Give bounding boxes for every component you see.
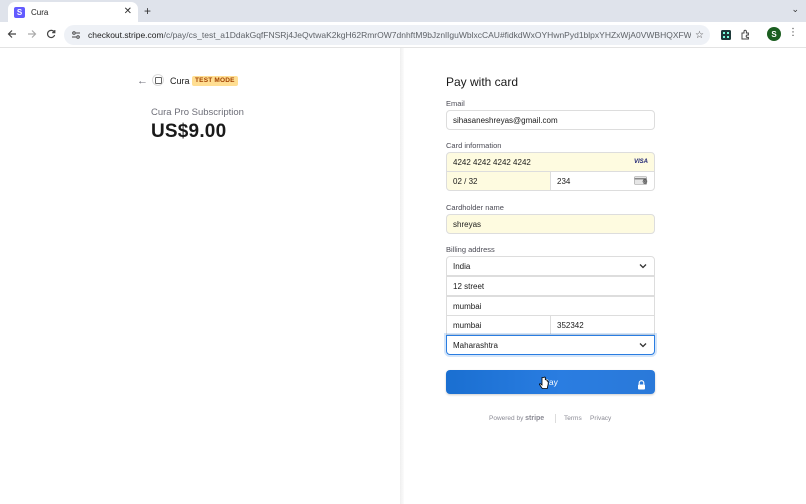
city-value: mumbai	[453, 301, 482, 311]
product-name: Cura Pro Subscription	[151, 107, 244, 118]
billing-address-label: Billing address	[446, 245, 495, 254]
order-summary-pane: ← Cura TEST MODE Cura Pro Subscription U…	[0, 48, 402, 504]
browser-tab[interactable]: S Cura ✕	[8, 2, 138, 22]
cardholder-label: Cardholder name	[446, 203, 504, 212]
state-select[interactable]: Maharashtra	[446, 335, 655, 355]
svg-text:123: 123	[642, 180, 648, 184]
browser-toolbar: checkout.stripe.com/c/pay/cs_test_a1Ddak…	[0, 22, 806, 48]
profile-avatar[interactable]: S	[767, 27, 781, 41]
merchant-name: Cura	[170, 76, 190, 86]
url-path: /c/pay/cs_test_a1DdakGqfFNSRj4JeQvtwaK2k…	[163, 30, 692, 40]
card-number-input[interactable]: 4242 4242 4242 4242 VISA	[446, 152, 655, 172]
privacy-link[interactable]: Privacy	[590, 415, 611, 422]
address-line1-value: 12 street	[453, 281, 485, 291]
chevron-down-icon	[638, 261, 648, 271]
card-expiry-input[interactable]: 02 / 32	[446, 171, 551, 191]
terms-link[interactable]: Terms	[564, 415, 582, 422]
extension-icon[interactable]	[720, 28, 732, 40]
url-host: checkout.stripe.com	[88, 30, 164, 40]
footer-divider	[555, 414, 556, 423]
powered-by-stripe[interactable]: Powered by stripe	[489, 415, 544, 422]
merchant-logo-icon	[152, 74, 164, 86]
test-mode-badge: TEST MODE	[192, 76, 238, 86]
new-tab-button[interactable]: +	[144, 4, 151, 18]
locality-value: mumbai	[453, 320, 482, 330]
card-cvc-value: 234	[557, 176, 571, 186]
powered-by-text: Powered by	[489, 415, 524, 422]
card-expiry-value: 02 / 32	[453, 176, 478, 186]
reload-icon[interactable]	[44, 27, 58, 41]
checkout-page: ← Cura TEST MODE Cura Pro Subscription U…	[0, 48, 806, 504]
product-price: US$9.00	[151, 121, 227, 142]
puzzle-extensions-icon[interactable]	[740, 28, 752, 40]
postal-code-input[interactable]: 352342	[550, 315, 655, 335]
postal-code-value: 352342	[557, 320, 584, 330]
tab-search-icon[interactable]: ⌄	[791, 4, 799, 15]
back-arrow-icon[interactable]: ←	[137, 75, 148, 87]
site-info-icon[interactable]	[70, 29, 82, 41]
pay-button[interactable]: Pay	[446, 370, 655, 394]
visa-icon: VISA	[633, 159, 648, 165]
locality-input[interactable]: mumbai	[446, 315, 551, 335]
country-value: India	[453, 261, 471, 271]
cvc-card-icon: 123	[634, 176, 648, 185]
chevron-down-icon	[638, 340, 648, 350]
state-value: Maharashtra	[453, 340, 498, 350]
back-icon[interactable]	[5, 27, 19, 41]
country-select[interactable]: India	[446, 256, 655, 276]
card-cvc-input[interactable]: 234 123	[550, 171, 655, 191]
close-icon[interactable]: ✕	[124, 7, 132, 17]
card-number-value: 4242 4242 4242 4242	[453, 157, 531, 167]
pay-button-label: Pay	[543, 377, 558, 387]
cardholder-name-input[interactable]: shreyas	[446, 214, 655, 234]
browser-tabstrip: S Cura ✕ + ⌄	[0, 0, 806, 22]
address-line1-input[interactable]: 12 street	[446, 276, 655, 296]
city-input[interactable]: mumbai	[446, 296, 655, 316]
url-text: checkout.stripe.com/c/pay/cs_test_a1Ddak…	[88, 30, 691, 40]
email-value: sihasaneshreyas@gmail.com	[453, 115, 558, 125]
bookmark-star-icon[interactable]: ☆	[695, 30, 704, 41]
stripe-wordmark: stripe	[525, 415, 545, 422]
forward-icon[interactable]	[25, 27, 39, 41]
stripe-favicon-icon: S	[14, 6, 25, 18]
cardholder-name-value: shreyas	[453, 219, 482, 229]
tab-title: Cura	[31, 7, 49, 17]
lock-icon	[637, 377, 646, 390]
card-info-label: Card information	[446, 141, 502, 150]
email-field[interactable]: sihasaneshreyas@gmail.com	[446, 110, 655, 130]
email-label: Email	[446, 99, 465, 108]
address-bar[interactable]: checkout.stripe.com/c/pay/cs_test_a1Ddak…	[64, 25, 710, 45]
form-title: Pay with card	[446, 75, 519, 89]
browser-menu-icon[interactable]: ⋮	[788, 27, 798, 38]
